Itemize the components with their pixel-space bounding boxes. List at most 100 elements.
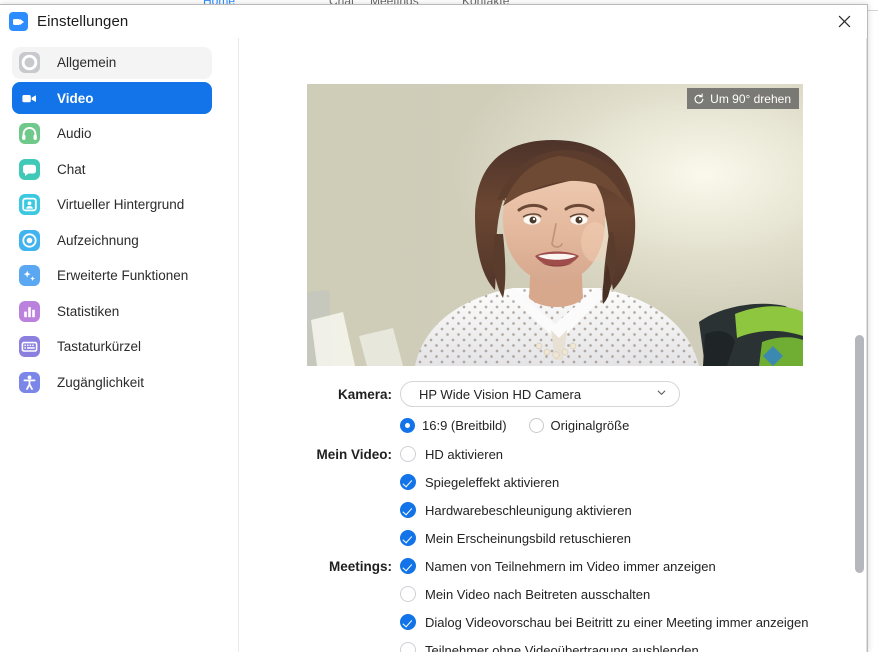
rotate-90-button[interactable]: Um 90° drehen	[687, 88, 799, 109]
checkbox-unchecked[interactable]	[400, 642, 416, 652]
row-control: Mein Video nach Beitreten ausschalten	[400, 580, 867, 608]
my-video-option-0[interactable]: HD aktivieren	[400, 440, 503, 468]
dialog-body: Allgemein Video Audio Chat Virtueller Hinter…	[0, 38, 867, 652]
gear-icon	[19, 52, 40, 73]
radio-unselected[interactable]	[528, 417, 544, 433]
checkbox-checked[interactable]	[400, 474, 416, 490]
checkbox-checked[interactable]	[400, 614, 416, 630]
dialog-title: Einstellungen	[37, 13, 129, 30]
row-control: Spiegeleffekt aktivieren	[400, 468, 867, 496]
checkbox-unchecked[interactable]	[400, 586, 416, 602]
rotate-ccw-icon	[694, 92, 704, 104]
sidebar-item-label: Zugänglichkeit	[57, 374, 145, 390]
sidebar-item-label: Chat	[57, 161, 86, 177]
aspect-ratio-row: 16:9 (Breitbild) Originalgröße	[239, 410, 867, 440]
sidebar-item-label: Audio	[57, 126, 92, 141]
camera-select[interactable]: HP Wide Vision HD Camera	[400, 381, 680, 407]
radio-selected[interactable]	[400, 417, 415, 433]
dialog-titlebar: Einstellungen	[0, 5, 867, 38]
meetings-option-label: Mein Video nach Beitreten ausschalten	[425, 586, 651, 602]
scrollbar-thumb[interactable]	[855, 335, 864, 573]
meetings-option-2[interactable]: Dialog Videovorschau bei Beitritt zu ein…	[400, 608, 808, 636]
settings-dialog: Einstellungen Allgemein Video Audio Chat Vir…	[0, 4, 868, 652]
camera-label: Kamera:	[337, 386, 392, 402]
my-video-row-0: Mein Video: HD aktivieren	[239, 440, 867, 468]
close-button[interactable]	[822, 5, 867, 38]
meetings-row-2: Dialog Videovorschau bei Beitritt zu ein…	[239, 608, 867, 636]
close-icon	[838, 15, 851, 28]
sidebar-item-allgemein[interactable]: Allgemein	[12, 46, 212, 79]
meetings-option-1[interactable]: Mein Video nach Beitreten ausschalten	[400, 580, 650, 608]
meetings-row-0: Meetings: Namen von Teilnehmern im Video …	[239, 552, 867, 580]
chat-bubble-icon	[19, 158, 40, 180]
row-control: Namen von Teilnehmern im Video immer anz…	[400, 552, 867, 580]
my-video-option-label: Spiegeleffekt aktivieren	[425, 474, 560, 490]
row-control: Hardwarebeschleunigung aktivieren	[400, 496, 867, 524]
content-scrollbar[interactable]	[855, 38, 864, 652]
my-video-option-2[interactable]: Hardwarebeschleunigung aktivieren	[400, 496, 632, 524]
my-video-option-3[interactable]: Mein Erscheinungsbild retuschieren	[400, 524, 631, 552]
meetings-row-1: Mein Video nach Beitreten ausschalten	[239, 580, 867, 608]
sidebar-item-label: Aufzeichnung	[57, 232, 139, 248]
camera-select-value: HP Wide Vision HD Camera	[419, 386, 582, 402]
sidebar-item-chat[interactable]: Chat	[12, 153, 212, 185]
row-control: HD aktivieren	[400, 440, 867, 468]
row-control: Teilnehmer ohne Videoübertragung ausblen…	[400, 636, 867, 652]
settings-sidebar: Allgemein Video Audio Chat Virtueller Hinter…	[0, 38, 238, 652]
sidebar-item-virtueller-hintergrund[interactable]: Virtueller Hintergrund	[12, 189, 212, 221]
camera-preview-image	[307, 84, 803, 366]
sidebar-item-label: Statistiken	[57, 303, 120, 319]
my-video-row-2: Hardwarebeschleunigung aktivieren	[239, 496, 867, 524]
accessibility-icon	[19, 371, 40, 393]
video-settings-form: Kamera: HP Wide Vision HD Camera 16:9 (Bre…	[239, 378, 867, 652]
aspect-option-0[interactable]: 16:9 (Breitbild)	[400, 417, 507, 433]
row-control: HP Wide Vision HD Camera	[400, 381, 867, 407]
row-control: 16:9 (Breitbild) Originalgröße	[400, 417, 867, 433]
aspect-option-1[interactable]: Originalgröße	[528, 417, 630, 433]
my-video-row-3: Mein Erscheinungsbild retuschieren	[239, 524, 867, 552]
sidebar-item-label: Erweiterte Funktionen	[57, 268, 189, 283]
meetings-option-0[interactable]: Namen von Teilnehmern im Video immer anz…	[400, 552, 716, 580]
sidebar-item-erweiterte-funktionen[interactable]: Erweiterte Funktionen	[12, 260, 212, 292]
my-video-option-1[interactable]: Spiegeleffekt aktivieren	[400, 468, 559, 496]
sidebar-item-statistiken[interactable]: Statistiken	[12, 295, 212, 327]
sidebar-item-label: Tastaturkürzel	[57, 339, 142, 354]
meetings-option-label: Teilnehmer ohne Videoübertragung ausblen…	[425, 642, 699, 652]
meetings-option-label: Dialog Videovorschau bei Beitritt zu ein…	[425, 614, 809, 630]
record-circle-icon	[19, 229, 40, 251]
sidebar-item-label: Allgemein	[57, 55, 117, 70]
checkbox-checked[interactable]	[400, 558, 416, 574]
checkbox-checked[interactable]	[400, 530, 416, 546]
sparkle-icon	[19, 265, 40, 286]
video-preview: Um 90° drehen	[307, 84, 803, 366]
chevron-down-icon	[656, 385, 667, 403]
my-video-option-label: Hardwarebeschleunigung aktivieren	[425, 502, 632, 518]
meetings-row-3: Teilnehmer ohne Videoübertragung ausblen…	[239, 636, 867, 652]
rotate-button-label: Um 90° drehen	[710, 91, 791, 106]
my-video-row-1: Spiegeleffekt aktivieren	[239, 468, 867, 496]
checkbox-unchecked[interactable]	[400, 446, 416, 462]
aspect-ratio-group: 16:9 (Breitbild) Originalgröße	[400, 417, 630, 433]
sidebar-item-label: Video	[57, 90, 94, 106]
my-video-option-label: Mein Erscheinungsbild retuschieren	[425, 530, 631, 546]
person-frame-icon	[19, 194, 40, 215]
row-control: Mein Erscheinungsbild retuschieren	[400, 524, 867, 552]
my-video-option-label: HD aktivieren	[425, 446, 504, 462]
camera-row: Kamera: HP Wide Vision HD Camera	[239, 378, 867, 410]
sidebar-item-label: Virtueller Hintergrund	[57, 197, 185, 212]
sidebar-item-tastaturk-rzel[interactable]: Tastaturkürzel	[12, 331, 212, 363]
sidebar-item-video[interactable]: Video	[12, 82, 212, 114]
video-camera-icon	[19, 88, 40, 109]
checkbox-checked[interactable]	[400, 502, 416, 518]
sidebar-item-audio[interactable]: Audio	[12, 118, 212, 150]
meetings-label: Meetings:	[328, 558, 392, 574]
screen: HomeChatMeetingsKontakte Einstellungen A…	[0, 0, 878, 652]
aspect-option-label: Originalgröße	[550, 417, 630, 433]
meetings-option-3[interactable]: Teilnehmer ohne Videoübertragung ausblen…	[400, 636, 699, 652]
sidebar-item-aufzeichnung[interactable]: Aufzeichnung	[12, 224, 212, 256]
aspect-option-label: 16:9 (Breitbild)	[422, 417, 507, 433]
keyboard-icon	[19, 336, 40, 357]
headphones-icon	[19, 123, 40, 144]
sidebar-item-zug-nglichkeit[interactable]: Zugänglichkeit	[12, 366, 212, 398]
meetings-option-label: Namen von Teilnehmern im Video immer anz…	[425, 558, 716, 574]
